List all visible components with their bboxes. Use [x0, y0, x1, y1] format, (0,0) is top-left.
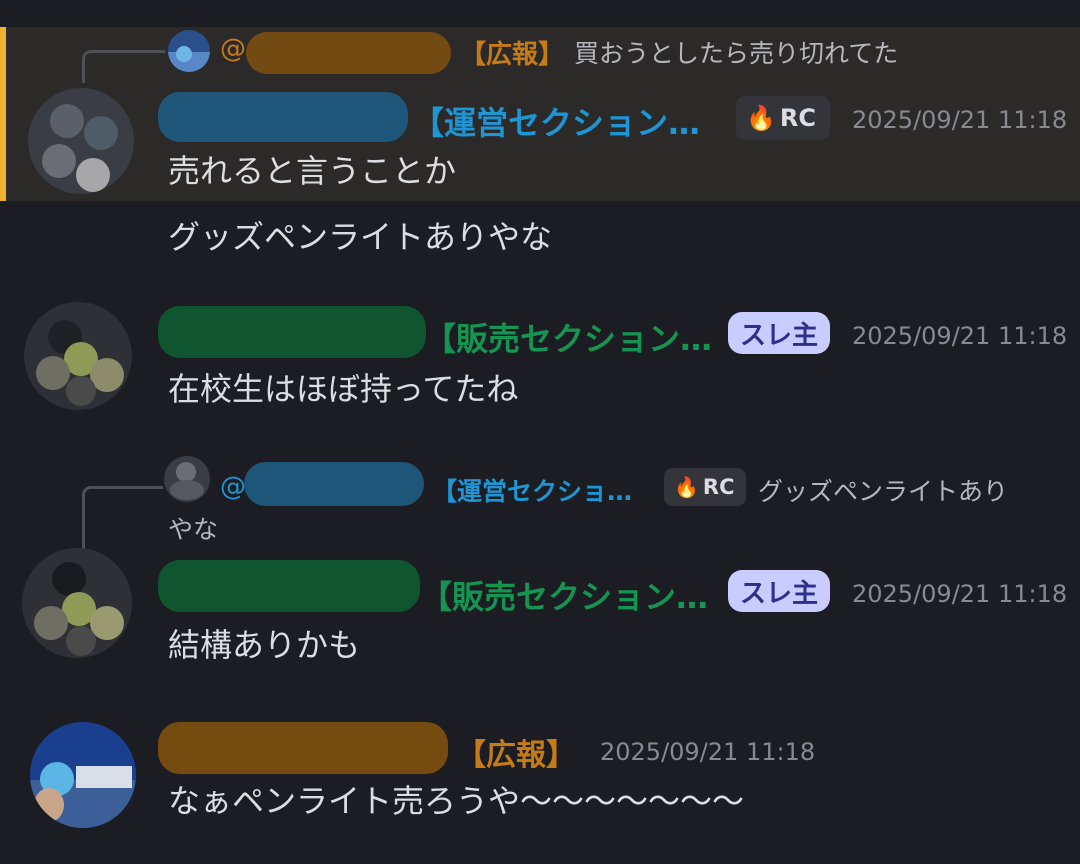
- reply-avatar[interactable]: [168, 30, 210, 72]
- message-text: 結構ありかも: [168, 626, 361, 664]
- message-text: 売れると言うことか: [168, 152, 457, 190]
- avatar[interactable]: [24, 302, 132, 410]
- timestamp: 2025/09/21 11:18: [852, 580, 1068, 608]
- reply-role-tag-rc[interactable]: 🔥 RC: [664, 468, 746, 506]
- thread-owner-tag[interactable]: スレ主: [728, 570, 830, 612]
- reply-preview-text[interactable]: グッズペンライトあり: [758, 472, 1008, 508]
- reply-section-label: 【運営セクショ…: [432, 477, 633, 506]
- thread-owner-text: スレ主: [739, 578, 818, 609]
- avatar[interactable]: [30, 722, 136, 828]
- section-label: 【販売セクション…: [424, 320, 713, 358]
- redacted-username: [158, 306, 426, 358]
- reply-mention-at[interactable]: @: [220, 472, 246, 502]
- redacted-username: [158, 92, 408, 142]
- redacted-username: [158, 560, 420, 612]
- timestamp: 2025/09/21 11:18: [852, 322, 1068, 350]
- message-text: グッズペンライトありやな: [168, 218, 553, 256]
- reply-preview-text-wrap[interactable]: やな: [168, 510, 218, 546]
- message-text: なぁペンライト売ろうや〜〜〜〜〜〜〜: [168, 782, 745, 820]
- reply-role-tag-text: RC: [702, 475, 735, 499]
- timestamp: 2025/09/21 11:18: [852, 106, 1068, 134]
- reply-preview-text[interactable]: 買おうとしたら売り切れてた: [574, 34, 898, 70]
- role-tag-text: RC: [779, 104, 816, 132]
- section-label: 【広報】: [456, 738, 576, 773]
- role-tag-rc[interactable]: 🔥 RC: [736, 96, 830, 140]
- section-label: 【販売セクション…: [420, 578, 709, 616]
- flame-icon: 🔥: [674, 475, 699, 499]
- reply-section-label: 【広報】: [460, 40, 565, 70]
- thread-owner-tag[interactable]: スレ主: [728, 312, 830, 354]
- message-text: 在校生はほぼ持ってたね: [168, 370, 519, 408]
- redacted-username: [158, 722, 448, 774]
- avatar[interactable]: [28, 88, 134, 194]
- reply-connector: [82, 50, 165, 83]
- redacted-username: [246, 32, 451, 74]
- flame-icon: 🔥: [746, 104, 776, 132]
- reply-connector: [82, 486, 163, 549]
- reply-mention-at[interactable]: @: [220, 34, 246, 64]
- timestamp: 2025/09/21 11:18: [600, 738, 816, 766]
- avatar[interactable]: [22, 548, 132, 658]
- redacted-username: [244, 462, 424, 506]
- thread-owner-text: スレ主: [739, 320, 818, 351]
- reply-avatar[interactable]: [164, 456, 210, 502]
- section-label: 【運営セクション…: [412, 104, 701, 142]
